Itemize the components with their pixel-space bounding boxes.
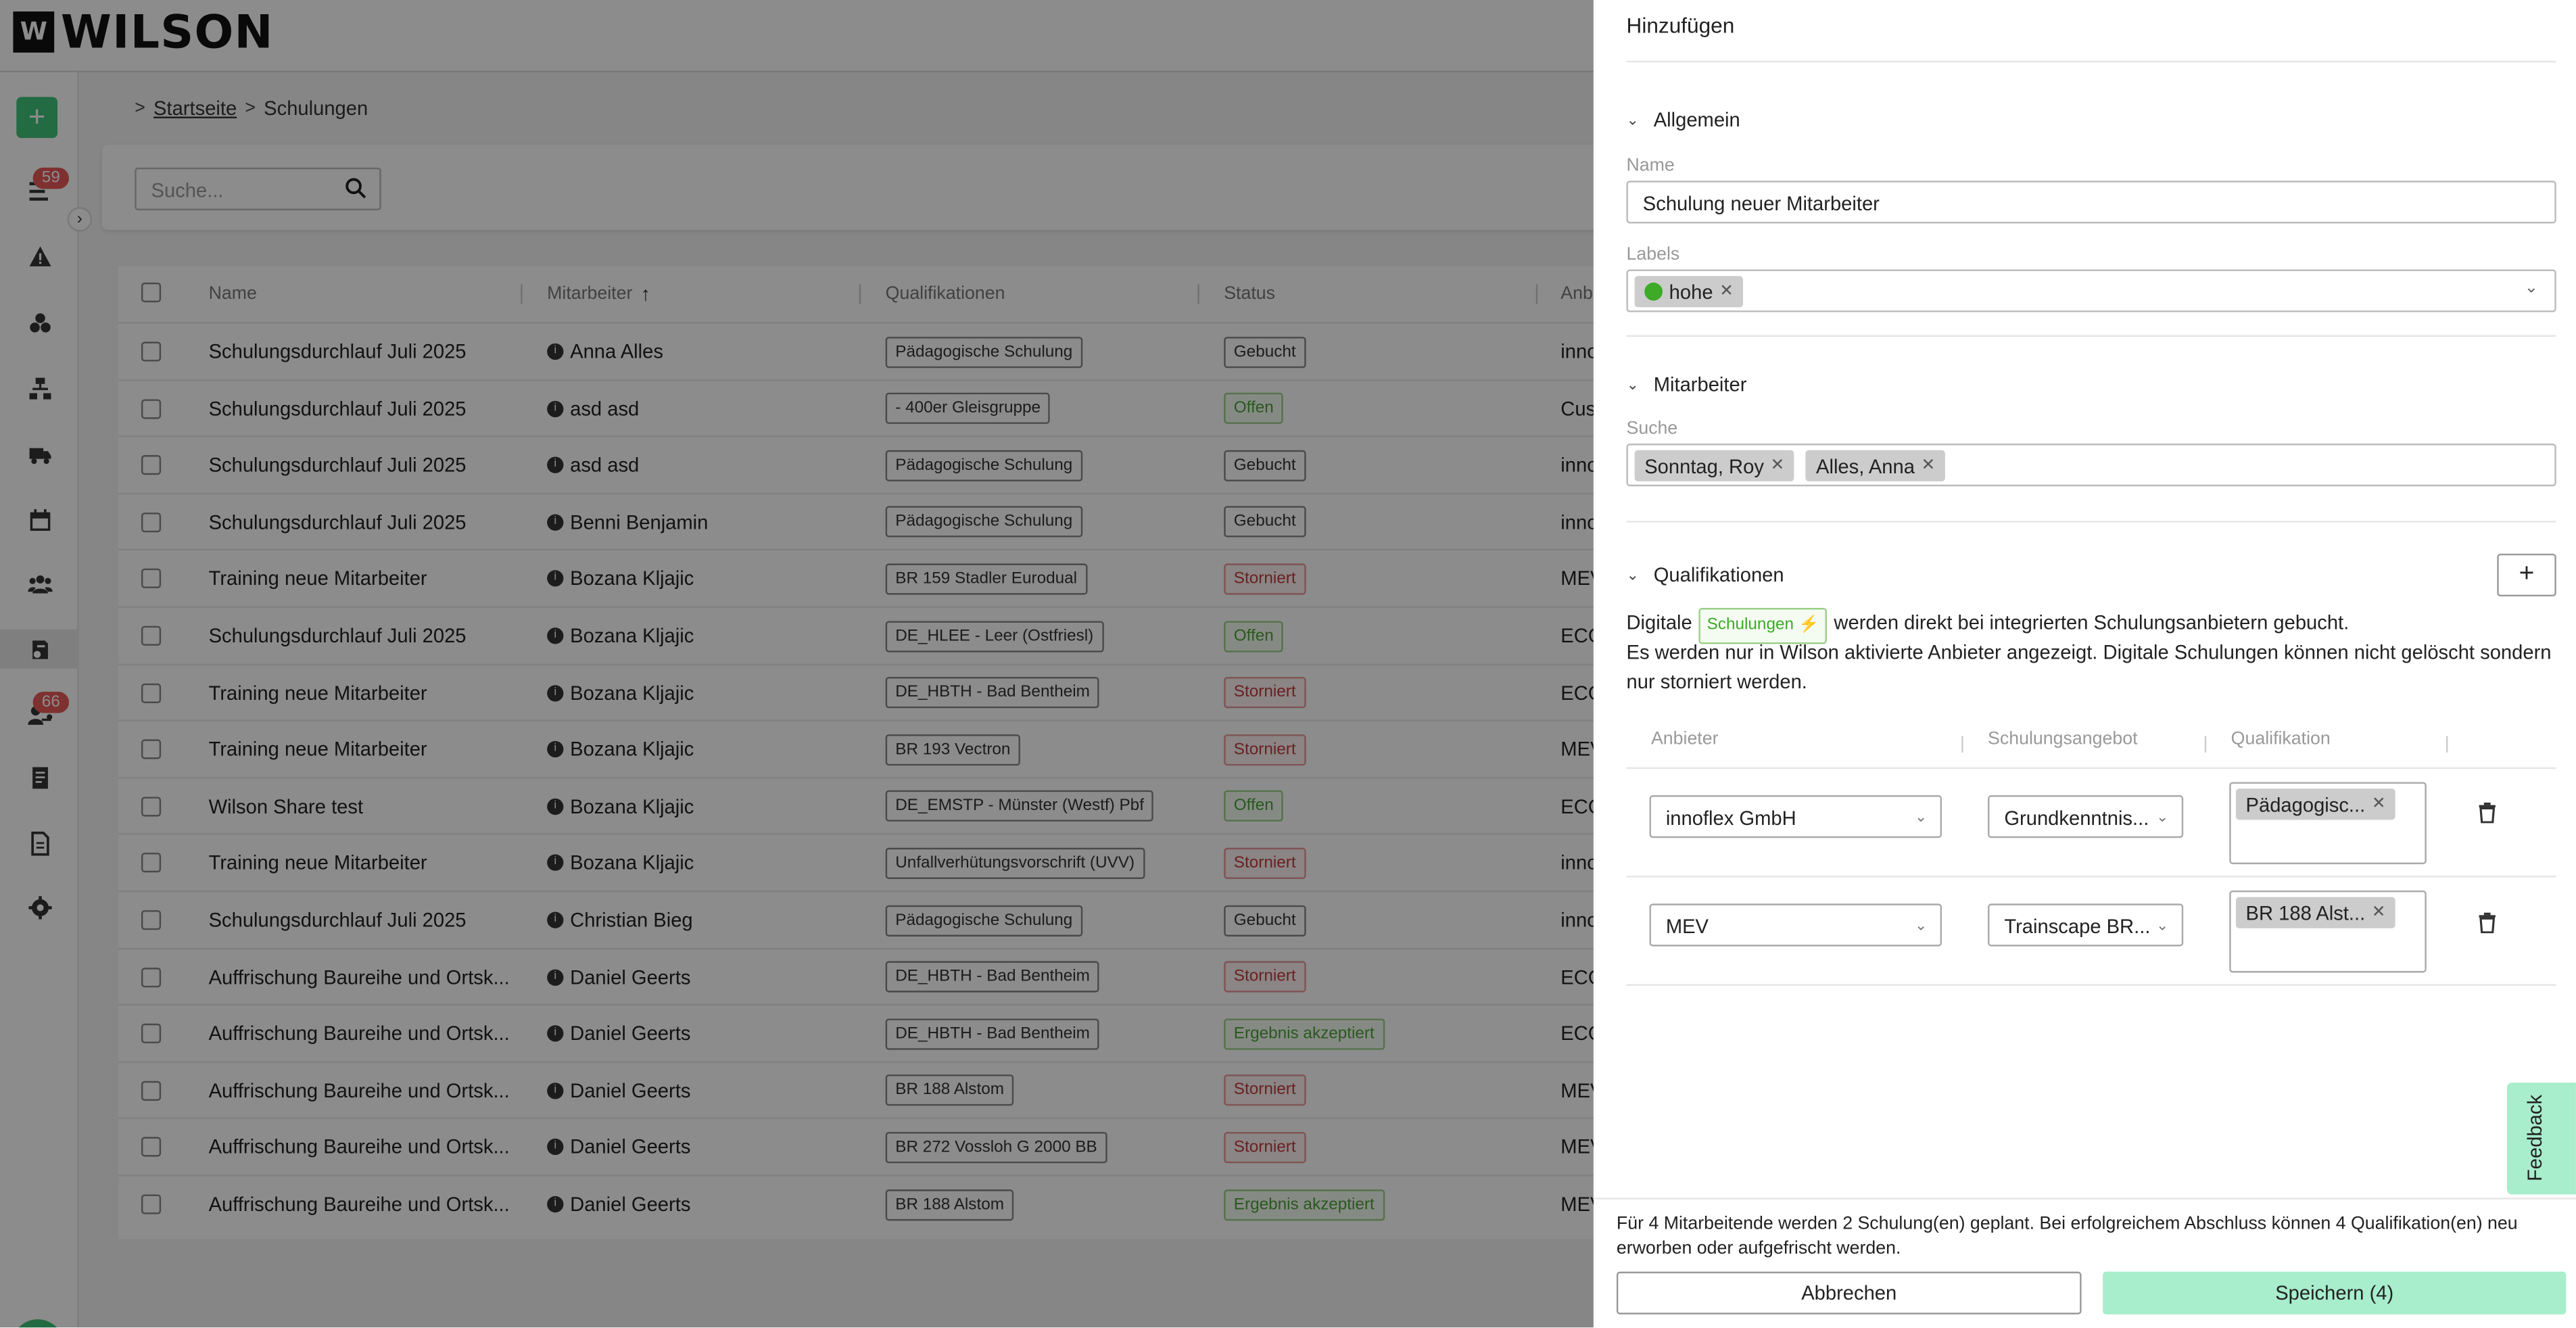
column-separator xyxy=(1961,736,1963,753)
divider xyxy=(1626,521,2556,523)
desc-text: werden direkt bei integrierten Schulungs… xyxy=(1834,611,2350,634)
column-separator xyxy=(2446,736,2448,753)
lightning-icon: ⚡ xyxy=(1798,616,1819,634)
chevron-down-icon: ⌄ xyxy=(1626,375,1639,392)
qualifications-note: Es werden nur in Wilson aktivierte Anbie… xyxy=(1626,640,2552,694)
offer-value: Grundkenntnis... xyxy=(2004,807,2149,830)
close-icon[interactable]: ✕ xyxy=(2372,903,2385,922)
chevron-down-icon: ⌄ xyxy=(2155,808,2169,825)
employee-search-label: Suche xyxy=(1626,419,1678,439)
close-icon[interactable]: ✕ xyxy=(2372,795,2385,813)
name-label: Name xyxy=(1626,156,1675,176)
section-employees-title: Mitarbeiter xyxy=(1653,373,1747,396)
provider-value: MEV xyxy=(1665,915,1709,939)
save-button[interactable]: Speichern (4) xyxy=(2103,1271,2567,1314)
labels-select[interactable]: hohe ✕ ⌄ xyxy=(1626,269,2556,312)
column-header-offer: Schulungsangebot xyxy=(1988,729,2138,749)
qualification-tag-text: Pädagogisc... xyxy=(2245,792,2366,816)
close-icon[interactable]: ✕ xyxy=(1922,456,1935,475)
modal-backdrop[interactable] xyxy=(0,0,1594,1328)
employee-tag: Sonntag, Roy ✕ xyxy=(1634,450,1794,481)
trash-icon[interactable] xyxy=(2477,912,2497,939)
close-icon[interactable]: ✕ xyxy=(1719,283,1733,301)
section-general-toggle[interactable]: ⌄ Allgemein xyxy=(1627,108,1740,131)
divider xyxy=(1626,984,2556,986)
cancel-button[interactable]: Abbrechen xyxy=(1616,1271,2082,1314)
employee-tag-text: Alles, Anna xyxy=(1816,454,1915,477)
section-employees-toggle[interactable]: ⌄ Mitarbeiter xyxy=(1627,373,1747,396)
trash-icon[interactable] xyxy=(2477,802,2497,828)
add-qualification-button[interactable]: + xyxy=(2497,553,2556,597)
chevron-down-icon: ⌄ xyxy=(2155,916,2169,934)
labels-label: Labels xyxy=(1626,245,1680,265)
divider xyxy=(1593,1197,2576,1200)
chevron-down-icon[interactable]: ⌄ xyxy=(2525,279,2538,298)
chevron-down-icon: ⌄ xyxy=(1626,566,1639,583)
employee-search-input[interactable]: Sonntag, Roy ✕ Alles, Anna ✕ xyxy=(1626,444,2556,487)
qualification-tag: BR 188 Alst... ✕ xyxy=(2235,897,2395,928)
divider xyxy=(1626,767,2556,769)
qualification-tag-text: BR 188 Alst... xyxy=(2245,901,2366,924)
name-input[interactable]: Schulung neuer Mitarbeiter xyxy=(1626,181,2556,224)
feedback-label: Feedback xyxy=(2523,1094,2547,1182)
offer-value: Trainscape BR... xyxy=(2004,915,2151,939)
feedback-button[interactable]: Feedback xyxy=(2506,1083,2576,1195)
column-header-provider: Anbieter xyxy=(1650,729,1719,749)
qualification-select[interactable]: BR 188 Alst... ✕ xyxy=(2229,890,2427,973)
label-tag-text: hohe xyxy=(1669,280,1713,304)
divider xyxy=(1626,335,2556,337)
offer-select[interactable]: Grundkenntnis... ⌄ xyxy=(1988,795,2184,838)
offer-select[interactable]: Trainscape BR... ⌄ xyxy=(1988,903,2184,947)
column-separator xyxy=(2204,736,2207,753)
close-icon[interactable]: ✕ xyxy=(1771,456,1784,475)
provider-select[interactable]: innoflex GmbH ⌄ xyxy=(1649,795,1942,838)
divider xyxy=(1626,876,2556,878)
app-root: W WILSON + › 59 66 > Startseite > Schulu… xyxy=(0,0,2576,1328)
section-general-title: Allgemein xyxy=(1653,108,1740,132)
employee-tag: Alles, Anna ✕ xyxy=(1806,450,1945,481)
provider-value: innoflex GmbH xyxy=(1665,807,1796,830)
qualification-tag: Pädagogisc... ✕ xyxy=(2235,788,2395,820)
employee-tag-text: Sonntag, Roy xyxy=(1644,454,1764,477)
priority-dot-icon xyxy=(1644,282,1663,301)
section-qualifications-toggle[interactable]: ⌄ Qualifikationen xyxy=(1627,563,1784,586)
provider-select[interactable]: MEV ⌄ xyxy=(1649,903,1942,947)
chip-text: Schulungen xyxy=(1707,616,1794,634)
add-training-drawer: Hinzufügen ⌄ Allgemein Name Schulung neue… xyxy=(1593,0,2576,1328)
desc-text: Digitale xyxy=(1626,611,1692,634)
section-qualifications-title: Qualifikationen xyxy=(1653,563,1784,587)
chevron-down-icon: ⌄ xyxy=(1914,916,1928,934)
chevron-down-icon: ⌄ xyxy=(1626,111,1639,128)
chevron-down-icon: ⌄ xyxy=(1914,808,1928,825)
qualification-select[interactable]: Pädagogisc... ✕ xyxy=(2229,782,2427,865)
label-tag: hohe ✕ xyxy=(1634,276,1744,308)
drawer-title: Hinzufügen xyxy=(1626,13,1735,38)
column-header-qualification: Qualifikation xyxy=(2231,729,2331,749)
footer-summary: Für 4 Mitarbeitende werden 2 Schulung(en… xyxy=(1616,1214,2518,1259)
divider xyxy=(1626,60,2556,63)
